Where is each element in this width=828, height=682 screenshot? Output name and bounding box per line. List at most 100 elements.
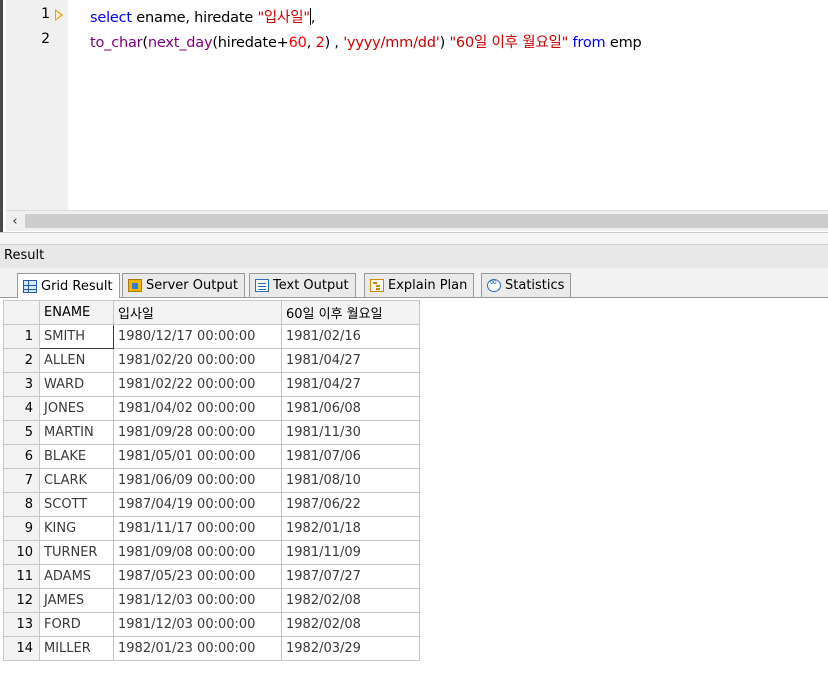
line-gutter: 1 2 — [6, 0, 68, 210]
table-row[interactable]: 4 JONES 1981/04/02 00:00:00 1981/06/08 — [3, 396, 420, 421]
table-row[interactable]: 10 TURNER 1981/09/08 00:00:00 1981/11/09 — [3, 540, 420, 565]
cell-ename[interactable]: JAMES — [39, 588, 114, 613]
result-panel-title: Result — [0, 244, 828, 268]
cell-hiredate[interactable]: 1981/12/03 00:00:00 — [113, 612, 282, 637]
sql-editor[interactable]: 1 2 select ename, hiredate "입사일", to_cha… — [0, 0, 828, 232]
table-row[interactable]: 6 BLAKE 1981/05/01 00:00:00 1981/07/06 — [3, 444, 420, 469]
cell-next-monday[interactable]: 1982/03/29 — [281, 636, 420, 661]
row-number[interactable]: 4 — [3, 396, 40, 421]
cell-next-monday[interactable]: 1981/07/06 — [281, 444, 420, 469]
cell-hiredate[interactable]: 1987/04/19 00:00:00 — [113, 492, 282, 517]
cell-hiredate[interactable]: 1987/05/23 00:00:00 — [113, 564, 282, 589]
cell-ename[interactable]: CLARK — [39, 468, 114, 493]
cell-next-monday[interactable]: 1981/11/09 — [281, 540, 420, 565]
cell-hiredate[interactable]: 1982/01/23 00:00:00 — [113, 636, 282, 661]
cell-ename[interactable]: MARTIN — [39, 420, 114, 445]
cell-ename[interactable]: TURNER — [39, 540, 114, 565]
row-number[interactable]: 2 — [3, 348, 40, 373]
cell-hiredate[interactable]: 1981/09/08 00:00:00 — [113, 540, 282, 565]
scroll-left-icon[interactable]: ‹ — [6, 211, 24, 231]
row-number[interactable]: 13 — [3, 612, 40, 637]
cell-ename[interactable]: SMITH — [39, 324, 114, 349]
cell-ename[interactable]: KING — [39, 516, 114, 541]
cell-hiredate[interactable]: 1981/02/20 00:00:00 — [113, 348, 282, 373]
code-text: , — [306, 35, 316, 51]
cell-next-monday[interactable]: 1981/04/27 — [281, 372, 420, 397]
cell-ename[interactable]: ADAMS — [39, 564, 114, 589]
column-header-next-monday[interactable]: 60일 이후 월요일 — [281, 300, 420, 325]
row-number[interactable]: 7 — [3, 468, 40, 493]
table-row[interactable]: 3 WARD 1981/02/22 00:00:00 1981/04/27 — [3, 372, 420, 397]
row-number[interactable]: 8 — [3, 492, 40, 517]
table-row[interactable]: 8 SCOTT 1987/04/19 00:00:00 1987/06/22 — [3, 492, 420, 517]
cell-next-monday[interactable]: 1981/02/16 — [281, 324, 420, 349]
cell-ename[interactable]: MILLER — [39, 636, 114, 661]
cell-next-monday[interactable]: 1987/07/27 — [281, 564, 420, 589]
table-row[interactable]: 2 ALLEN 1981/02/20 00:00:00 1981/04/27 — [3, 348, 420, 373]
table-row[interactable]: 9 KING 1981/11/17 00:00:00 1982/01/18 — [3, 516, 420, 541]
cell-ename[interactable]: FORD — [39, 612, 114, 637]
cell-ename[interactable]: ALLEN — [39, 348, 114, 373]
tab-explain-plan[interactable]: Explain Plan — [364, 273, 475, 297]
line-number-2: 2 — [41, 31, 50, 47]
table-row[interactable]: 13 FORD 1981/12/03 00:00:00 1982/02/08 — [3, 612, 420, 637]
current-statement-arrow-icon — [55, 9, 63, 21]
cell-hiredate[interactable]: 1980/12/17 00:00:00 — [113, 324, 282, 349]
cell-next-monday[interactable]: 1982/02/08 — [281, 612, 420, 637]
row-number[interactable]: 5 — [3, 420, 40, 445]
scrollbar-thumb[interactable] — [25, 214, 828, 228]
horizontal-scrollbar[interactable]: ‹ — [6, 210, 828, 231]
row-number[interactable]: 9 — [3, 516, 40, 541]
table-row[interactable]: 12 JAMES 1981/12/03 00:00:00 1982/02/08 — [3, 588, 420, 613]
cell-next-monday[interactable]: 1981/04/27 — [281, 348, 420, 373]
row-number[interactable]: 12 — [3, 588, 40, 613]
table-row[interactable]: 11 ADAMS 1987/05/23 00:00:00 1987/07/27 — [3, 564, 420, 589]
cell-next-monday[interactable]: 1981/06/08 — [281, 396, 420, 421]
table-row[interactable]: 1 SMITH 1980/12/17 00:00:00 1981/02/16 — [3, 324, 420, 349]
cell-hiredate[interactable]: 1981/09/28 00:00:00 — [113, 420, 282, 445]
cell-next-monday[interactable]: 1981/11/30 — [281, 420, 420, 445]
tab-text-output[interactable]: Text Output — [249, 273, 356, 297]
column-alias: "입사일" — [257, 10, 310, 26]
keyword-from: from — [572, 35, 606, 51]
cell-next-monday[interactable]: 1982/02/08 — [281, 588, 420, 613]
cell-hiredate[interactable]: 1981/05/01 00:00:00 — [113, 444, 282, 469]
grid-body: 1 SMITH 1980/12/17 00:00:00 1981/02/16 2 ALLE… — [3, 324, 420, 661]
cell-ename[interactable]: BLAKE — [39, 444, 114, 469]
tab-label: Grid Result — [41, 278, 113, 294]
number-literal: 60 — [288, 35, 307, 51]
tab-grid-result[interactable]: Grid Result — [17, 273, 120, 298]
table-row[interactable]: 5 MARTIN 1981/09/28 00:00:00 1981/11/30 — [3, 420, 420, 445]
code-line-1[interactable]: select ename, hiredate "입사일", — [90, 6, 315, 27]
cell-hiredate[interactable]: 1981/06/09 00:00:00 — [113, 468, 282, 493]
row-number[interactable]: 11 — [3, 564, 40, 589]
code-text: ) — [439, 35, 450, 51]
code-line-2[interactable]: to_char(next_day(hiredate+60, 2) , 'yyyy… — [90, 31, 642, 52]
cell-ename[interactable]: WARD — [39, 372, 114, 397]
format-string: 'yyyy/mm/dd' — [343, 35, 440, 51]
row-number[interactable]: 6 — [3, 444, 40, 469]
code-text: , — [310, 10, 316, 26]
result-tabs: Grid Result Server Output Text Output Ex… — [0, 268, 828, 298]
cell-ename[interactable]: JONES — [39, 396, 114, 421]
column-header-hiredate[interactable]: 입사일 — [113, 300, 282, 325]
cell-hiredate[interactable]: 1981/12/03 00:00:00 — [113, 588, 282, 613]
tab-statistics[interactable]: Statistics — [481, 273, 572, 297]
row-number[interactable]: 14 — [3, 636, 40, 661]
row-number[interactable]: 3 — [3, 372, 40, 397]
code-text: ) , — [324, 35, 344, 51]
table-row[interactable]: 14 MILLER 1982/01/23 00:00:00 1982/03/29 — [3, 636, 420, 661]
cell-hiredate[interactable]: 1981/02/22 00:00:00 — [113, 372, 282, 397]
tab-server-output[interactable]: Server Output — [122, 273, 245, 297]
column-header-ename[interactable]: ENAME — [39, 300, 114, 325]
row-number-header[interactable] — [3, 300, 40, 325]
cell-hiredate[interactable]: 1981/11/17 00:00:00 — [113, 516, 282, 541]
table-row[interactable]: 7 CLARK 1981/06/09 00:00:00 1981/08/10 — [3, 468, 420, 493]
cell-next-monday[interactable]: 1987/06/22 — [281, 492, 420, 517]
cell-hiredate[interactable]: 1981/04/02 00:00:00 — [113, 396, 282, 421]
cell-ename[interactable]: SCOTT — [39, 492, 114, 517]
cell-next-monday[interactable]: 1981/08/10 — [281, 468, 420, 493]
cell-next-monday[interactable]: 1982/01/18 — [281, 516, 420, 541]
row-number[interactable]: 10 — [3, 540, 40, 565]
row-number[interactable]: 1 — [3, 324, 40, 349]
